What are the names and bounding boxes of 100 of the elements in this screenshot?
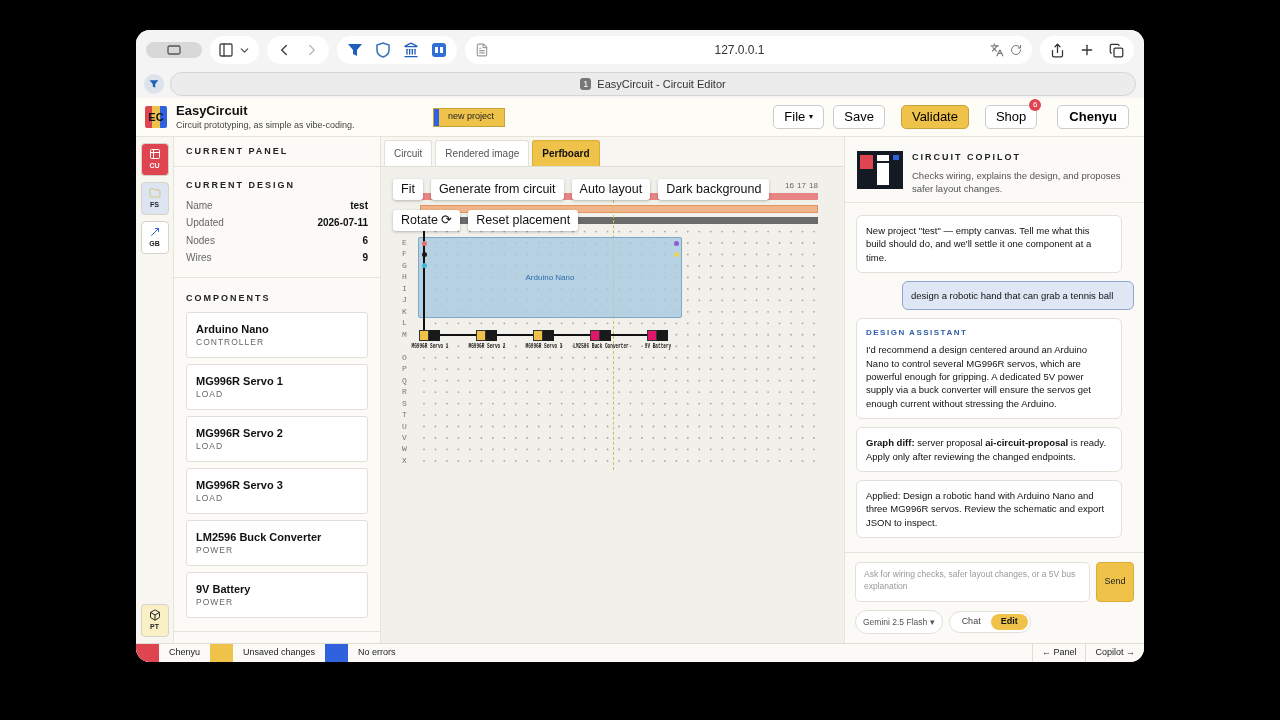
panel-title: CURRENT PANEL [186,144,289,158]
row-letter: Q [402,376,407,385]
row-letter: X [402,456,407,465]
part-label: 9V Battery [644,342,672,350]
section-title: CURRENT DESIGN [186,179,296,192]
row-letter: J [402,296,407,305]
assistant-message: Applied: Design a robotic hand with Arduino Nano and three MG996R servos. Review the schematic and export JSON to inspect. [866,489,1106,530]
status-text: Chenyu [168,646,202,660]
component-card[interactable]: Arduino Nano CONTROLLER [186,312,368,358]
part-footprint[interactable] [419,330,440,341]
save-button[interactable]: Save [833,105,885,129]
status-text: No errors [357,646,397,660]
component-role: POWER [196,545,235,555]
canvas-tool-button[interactable]: Fit [393,179,423,200]
bank-icon[interactable] [403,42,419,58]
field-label: Name [186,198,213,213]
profile-icon[interactable] [144,74,164,94]
canvas-tool-button[interactable]: Rotate ⟳ [393,210,461,231]
board-label: Arduino Nano [525,273,575,282]
view-tab[interactable]: Perfboard [532,140,600,166]
row-letter: S [402,399,407,408]
field-value: 6 [362,233,368,248]
row-letter: L [402,319,407,328]
section-title: COMPONENTS [186,291,272,305]
component-name: MG996R Servo 1 [196,375,284,387]
part-footprint[interactable] [476,330,497,341]
cube-icon [148,608,161,621]
copilot-subtitle: Checks wiring, explains the design, and proposes safer layout changes. [912,168,1122,195]
status-text: Unsaved changes [242,646,317,660]
user-message: design a robotic hand that can grab a tennis ball [902,281,1134,311]
canvas-tool-button[interactable]: Dark background [658,179,770,200]
component-role: LOAD [196,389,225,399]
window-icon [167,45,181,55]
message-heading: DESIGN ASSISTANT [866,327,969,340]
row-letter: T [402,411,407,420]
component-card[interactable]: MG996R Servo 3 LOAD [186,468,368,514]
shield-icon[interactable] [375,42,391,58]
validate-button[interactable]: Validate [900,105,969,129]
tabs-icon[interactable] [1109,42,1124,58]
row-letter: O [402,353,407,362]
row-letter: P [402,365,407,374]
row-letter: R [402,388,407,397]
component-card[interactable]: LM2596 Buck Converter POWER [186,520,368,566]
component-name: MG996R Servo 3 [196,479,284,491]
row-letter: F [402,250,407,259]
component-name: LM2596 Buck Converter [196,531,323,543]
mode-toggle[interactable]: Chat [951,614,991,630]
new-project-button[interactable]: new project [432,107,505,127]
part-label: MG996R Servo 2 [468,342,506,350]
row-letter: W [402,445,407,454]
tab-number: 1 [580,78,592,90]
copilot-title: CIRCUIT COPILOT [912,151,1022,164]
mode-toggle[interactable]: Edit [990,614,1028,630]
funnel-icon[interactable] [347,42,363,58]
part-footprint[interactable] [533,330,554,341]
field-value: 9 [362,251,368,266]
status-link[interactable]: ← Panel [1031,644,1086,662]
component-role: POWER [196,597,235,607]
reload-icon[interactable] [1010,44,1022,56]
model-selector[interactable]: Gemini 2.5 Flash ▾ [855,610,943,634]
field-label: Wires [186,251,212,266]
folder-icon [148,186,161,199]
column-number: 17 [797,182,806,190]
component-card[interactable]: MG996R Servo 2 LOAD [186,416,368,462]
copilot-logo [857,151,903,189]
field-value: 2026-07-11 [317,216,368,231]
new-tab-icon[interactable] [1079,42,1095,58]
translate-icon[interactable] [990,43,1004,57]
app-tagline: Circuit prototyping, as simple as vibe-coding. [176,119,355,131]
component-role: LOAD [196,441,225,451]
app-icon[interactable] [431,42,447,58]
assistant-message: Graph diff: server proposal ai-circuit-proposal is ready. Apply only after reviewing the changed endpoints. [866,436,1108,464]
arduino-board[interactable]: Arduino Nano [418,237,682,318]
page-icon [475,43,489,57]
view-tab[interactable]: Rendered image [435,140,530,166]
share-icon[interactable] [1050,42,1065,58]
status-link[interactable]: Copilot → [1085,644,1144,662]
send-button[interactable]: Send [1096,562,1134,602]
canvas-tool-button[interactable]: Generate from circuit [430,179,564,200]
component-card[interactable]: MG996R Servo 1 LOAD [186,364,368,410]
column-number: 16 [785,182,794,190]
row-letter: K [402,307,407,316]
row-letter: M [402,330,407,339]
part-label: LM2596 Buck Converter [573,342,629,350]
assistant-message: I'd recommend a design centered around an Arduino Nano to control several MG996R servos, which are powerful enough for gripping. A dedicated 5V power supply via a buck converter will ensure the servos get enough current without stressing the Arduino. [866,343,1092,411]
file-menu-button[interactable]: File ▾ [773,105,825,129]
browser-tab[interactable]: 1 EasyCircuit - Circuit Editor [170,72,1136,96]
sidebar-icon[interactable] [218,42,234,58]
canvas-tool-button[interactable]: Auto layout [571,179,651,200]
component-card[interactable]: 9V Battery POWER [186,572,368,618]
column-number: 18 [809,182,818,190]
part-label: MG996R Servo 1 [411,342,449,350]
view-tab[interactable]: Circuit [384,140,433,166]
sidebar-pill[interactable] [146,42,202,58]
message-input[interactable]: Ask for wiring checks, safer layout changes, or a 5V bus explanation [855,562,1090,602]
canvas-tool-button[interactable]: Reset placement [468,210,579,231]
field-value: test [350,198,368,213]
assistant-message: New project "test" — empty canvas. Tell me what this build should do, and we'll settle it one component at a time. [866,224,1093,265]
arrow-icon [148,225,161,238]
user-button[interactable]: Chenyu [1057,105,1129,129]
